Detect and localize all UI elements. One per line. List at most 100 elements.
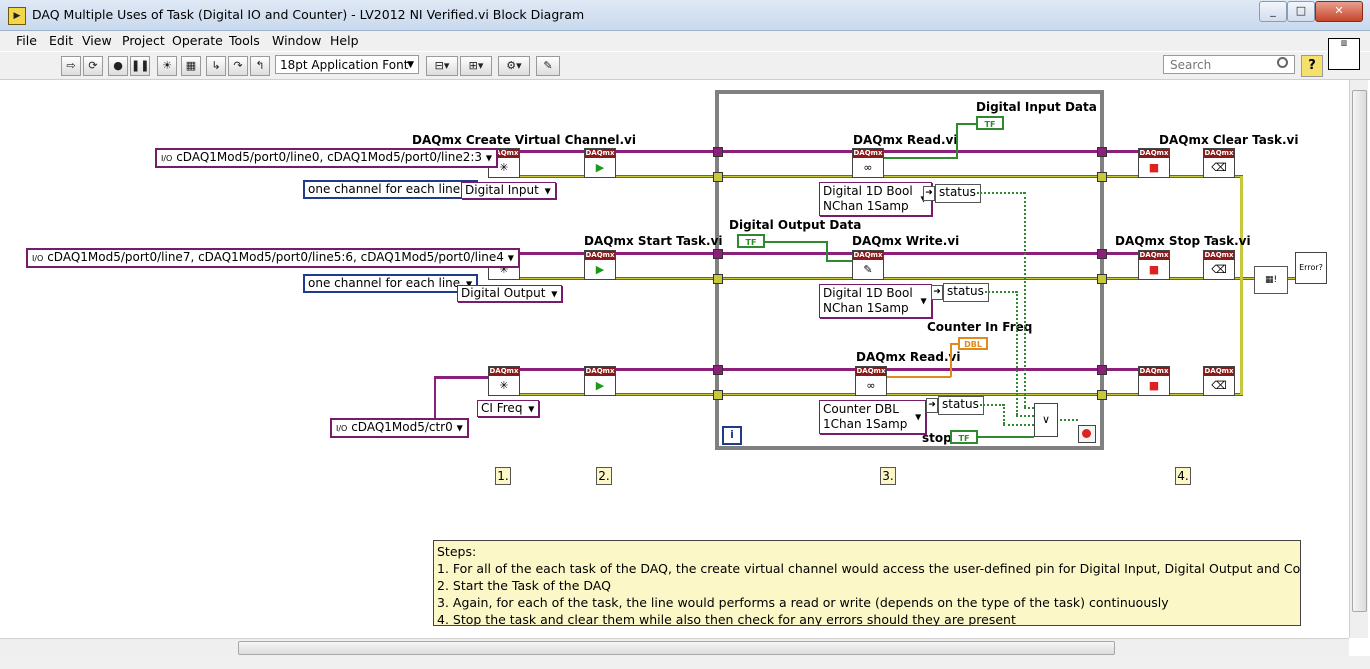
- start-task-node-do[interactable]: DAQmx ▶: [584, 250, 616, 280]
- font-selector[interactable]: 18pt Application Font ▼: [275, 55, 419, 74]
- tunnel: [713, 365, 723, 375]
- pause-icon[interactable]: ❚❚: [130, 56, 150, 76]
- tunnel: [1097, 390, 1107, 400]
- label-stop-task: DAQmx Stop Task.vi: [1115, 234, 1251, 248]
- horizontal-scroll-thumb[interactable]: [238, 641, 1115, 655]
- stop-control[interactable]: TF: [950, 430, 978, 444]
- ctr-constant[interactable]: I/O cDAQ1Mod5/ctr0 ▼: [330, 418, 469, 438]
- abort-icon[interactable]: ●: [108, 56, 128, 76]
- read-node-di[interactable]: DAQmx ∞: [852, 148, 884, 178]
- node-header: DAQmx: [1139, 149, 1169, 158]
- menu-tools[interactable]: Tools: [229, 33, 260, 48]
- do-lines-constant[interactable]: I/O cDAQ1Mod5/port0/line7, cDAQ1Mod5/por…: [26, 248, 520, 268]
- unbundle-arrow-icon: ➜: [923, 186, 935, 201]
- polymorphic-selector-ci[interactable]: CI Freq ▼: [477, 400, 540, 417]
- stop-wire: [978, 436, 1034, 438]
- vertical-scrollbar[interactable]: [1349, 80, 1368, 638]
- stop-task-node-do[interactable]: DAQmx ■: [1138, 250, 1170, 280]
- chevron-down-icon: ▼: [920, 296, 927, 306]
- di-data-indicator[interactable]: TF: [976, 116, 1004, 130]
- simple-error-handler-node[interactable]: Error?: [1295, 252, 1327, 284]
- notes-line: 1. For all of the each task of the DAQ, …: [437, 561, 1301, 576]
- do-data-control[interactable]: TF: [737, 234, 765, 248]
- menu-operate[interactable]: Operate: [172, 33, 223, 48]
- tunnel: [1097, 147, 1107, 157]
- start-task-node-di[interactable]: DAQmx ▶: [584, 148, 616, 178]
- bool-array-wire-v: [826, 241, 828, 261]
- run-continuously-icon[interactable]: ⟳: [83, 56, 103, 76]
- step-over-icon[interactable]: ↷: [228, 56, 248, 76]
- status-wire-v: [1016, 291, 1018, 415]
- merge-errors-node[interactable]: ▦!: [1254, 266, 1288, 294]
- clear-task-node-ci[interactable]: DAQmx ⌫: [1203, 366, 1235, 396]
- run-icon[interactable]: ⇨: [61, 56, 81, 76]
- step-out-icon[interactable]: ↰: [250, 56, 270, 76]
- line-grouping-do-constant[interactable]: one channel for each line ▼: [303, 274, 479, 293]
- channel-wire-ci: [434, 376, 488, 379]
- polymorphic-selector-ci-text: CI Freq: [481, 401, 523, 415]
- node-header: DAQmx: [1204, 149, 1234, 158]
- distribute-objects-icon[interactable]: ⊞▾: [460, 56, 492, 76]
- line-grouping-do-text: one channel for each line: [308, 276, 461, 290]
- eraser-icon: ⌫: [1211, 379, 1227, 392]
- search-input[interactable]: Search: [1163, 55, 1295, 74]
- stop-task-node-di[interactable]: DAQmx ■: [1138, 148, 1170, 178]
- steps-comment[interactable]: Steps: 1. For all of the each task of th…: [433, 540, 1301, 626]
- read-ci-mode-line1: Counter DBL: [823, 402, 899, 416]
- di-lines-constant[interactable]: I/O cDAQ1Mod5/port0/line0, cDAQ1Mod5/por…: [155, 148, 499, 168]
- menu-window[interactable]: Window: [272, 33, 321, 48]
- reorder-icon[interactable]: ⚙▾: [498, 56, 530, 76]
- node-header: DAQmx: [856, 367, 886, 376]
- node-header: DAQmx: [1139, 367, 1169, 376]
- search-icon[interactable]: [1277, 57, 1288, 68]
- start-task-node-ci[interactable]: DAQmx ▶: [584, 366, 616, 396]
- polymorphic-selector-di[interactable]: Digital Input ▼: [461, 182, 556, 199]
- highlight-execution-icon[interactable]: ☀: [157, 56, 177, 76]
- menu-file[interactable]: File: [16, 33, 37, 48]
- notes-line: 4. Stop the task and clear them while al…: [437, 612, 1016, 626]
- read-node-ci[interactable]: DAQmx ∞: [855, 366, 887, 396]
- line-grouping-di-constant[interactable]: one channel for each line ▼: [303, 180, 479, 199]
- status-wire-v: [1003, 404, 1005, 424]
- write-node-do[interactable]: DAQmx ✎: [852, 250, 884, 280]
- compound-or-node[interactable]: ∨: [1034, 403, 1058, 437]
- menu-help[interactable]: Help: [330, 33, 359, 48]
- tunnel: [713, 390, 723, 400]
- clear-task-node-do[interactable]: DAQmx ⌫: [1203, 250, 1235, 280]
- clear-task-node-di[interactable]: DAQmx ⌫: [1203, 148, 1235, 178]
- stop-square-icon: ■: [1148, 379, 1160, 392]
- horizontal-scrollbar[interactable]: [0, 638, 1349, 657]
- polymorphic-selector-do[interactable]: Digital Output ▼: [457, 285, 563, 302]
- notes-line: Steps:: [437, 544, 477, 559]
- maximize-button[interactable]: □: [1287, 1, 1315, 22]
- vertical-scroll-thumb[interactable]: [1352, 90, 1367, 612]
- chevron-down-icon: ▼: [551, 289, 558, 298]
- tunnel: [1097, 172, 1107, 182]
- write-do-mode-selector[interactable]: Digital 1D Bool NChan 1Samp ▼: [819, 284, 932, 318]
- step-label-4: 4.: [1175, 467, 1191, 485]
- ci-freq-indicator[interactable]: DBL: [958, 337, 988, 350]
- chevron-down-icon: ▼: [507, 253, 514, 263]
- menu-edit[interactable]: Edit: [49, 33, 73, 48]
- minimize-button[interactable]: _: [1259, 1, 1287, 22]
- menu-view[interactable]: View: [82, 33, 112, 48]
- create-channel-node-ci[interactable]: DAQmx ✳: [488, 366, 520, 396]
- context-help-button[interactable]: ?: [1301, 55, 1323, 77]
- close-button[interactable]: ✕: [1315, 1, 1363, 22]
- step-into-icon[interactable]: ↳: [206, 56, 226, 76]
- tunnel: [1097, 274, 1107, 284]
- align-objects-icon[interactable]: ⊟▾: [426, 56, 458, 76]
- retain-wire-values-icon[interactable]: ▦: [181, 56, 201, 76]
- read-di-mode-selector[interactable]: Digital 1D Bool NChan 1Samp ▼: [819, 182, 932, 216]
- read-ci-mode-selector[interactable]: Counter DBL 1Chan 1Samp ▼: [819, 400, 927, 434]
- dbl-wire-v: [950, 343, 952, 377]
- label-do-data: Digital Output Data: [729, 218, 862, 232]
- eraser-icon: ⌫: [1211, 263, 1227, 276]
- stop-task-node-ci[interactable]: DAQmx ■: [1138, 366, 1170, 396]
- clean-up-diagram-icon[interactable]: ✎: [536, 56, 560, 76]
- label-clear-task: DAQmx Clear Task.vi: [1159, 133, 1299, 147]
- vi-connector-icon[interactable]: ▥: [1328, 38, 1360, 70]
- block-diagram-canvas[interactable]: i DAQmx Create Virtual Channel.vi DAQmx …: [0, 80, 1349, 638]
- menu-project[interactable]: Project: [122, 33, 165, 48]
- status-wire: [1003, 424, 1034, 426]
